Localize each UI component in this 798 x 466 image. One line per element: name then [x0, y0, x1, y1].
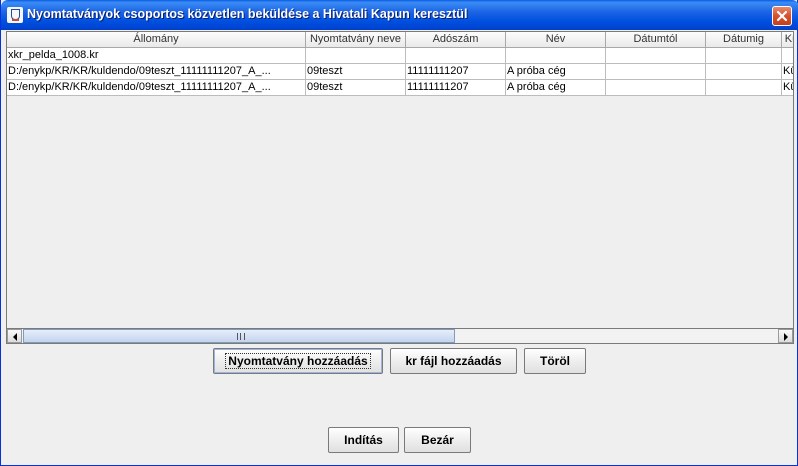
title-bar[interactable]: Nyomtatványok csoportos közvetlen beküld…: [1, 0, 798, 30]
table-cell[interactable]: A próba cég: [506, 80, 606, 96]
table-cell[interactable]: 09teszt: [306, 64, 406, 80]
table-cell[interactable]: 11111111207: [406, 64, 506, 80]
add-kr-file-button[interactable]: kr fájl hozzáadás: [390, 348, 517, 374]
horizontal-scrollbar[interactable]: [6, 328, 794, 344]
java-cup-icon: [7, 7, 23, 23]
column-header-nev[interactable]: Név: [506, 32, 606, 48]
arrow-left-icon: [13, 333, 17, 341]
table-cell[interactable]: [306, 48, 406, 64]
table-cell[interactable]: A próba cég: [506, 64, 606, 80]
close-window-button[interactable]: [772, 6, 792, 26]
table-cell[interactable]: [606, 48, 706, 64]
scroll-left-button[interactable]: [7, 329, 22, 343]
close-button-label: Bezár: [421, 433, 454, 447]
add-form-button-label: Nyomtatvány hozzáadás: [225, 353, 371, 369]
window-title: Nyomtatványok csoportos közvetlen beküld…: [27, 7, 468, 21]
table-cell[interactable]: D:/enykp/KR/KR/kuldendo/09teszt_11111111…: [7, 64, 306, 80]
grip-icon: [237, 333, 245, 340]
column-header-datumtol[interactable]: Dátumtól: [606, 32, 706, 48]
table-cell[interactable]: 11111111207: [406, 80, 506, 96]
table-cell[interactable]: D:/enykp/KR/KR/kuldendo/09teszt_11111111…: [7, 80, 306, 96]
dialog-window: Nyomtatványok csoportos közvetlen beküld…: [0, 0, 798, 466]
start-button[interactable]: Indítás: [328, 427, 399, 453]
table-cell[interactable]: [506, 48, 606, 64]
column-header-allomany[interactable]: Állomány: [7, 32, 306, 48]
table-cell[interactable]: 09teszt: [306, 80, 406, 96]
table-cell[interactable]: [706, 80, 782, 96]
scroll-right-button[interactable]: [778, 329, 793, 343]
close-button[interactable]: Bezár: [404, 427, 471, 453]
table-row[interactable]: xkr_pelda_1008.kr: [7, 48, 793, 64]
table-cell[interactable]: [782, 48, 793, 64]
table-cell[interactable]: Kü: [782, 80, 793, 96]
table-cell[interactable]: xkr_pelda_1008.kr: [7, 48, 306, 64]
add-kr-file-button-label: kr fájl hozzáadás: [405, 354, 502, 368]
table-cell[interactable]: [706, 48, 782, 64]
table-cell[interactable]: Kü: [782, 64, 793, 80]
files-table[interactable]: Állomány Nyomtatvány neve Adószám Név Dá…: [6, 31, 794, 344]
table-cell[interactable]: [606, 64, 706, 80]
close-icon: [776, 10, 788, 22]
table-header: Állomány Nyomtatvány neve Adószám Név Dá…: [7, 32, 793, 48]
column-header-adoszam[interactable]: Adószám: [406, 32, 506, 48]
start-button-label: Indítás: [344, 433, 383, 447]
table-cell[interactable]: [606, 80, 706, 96]
scrollbar-thumb[interactable]: [23, 329, 455, 343]
table-body: xkr_pelda_1008.kr D:/enykp/KR/KR/kuldend…: [7, 48, 793, 96]
arrow-right-icon: [784, 333, 788, 341]
delete-button[interactable]: Töröl: [524, 348, 586, 374]
delete-button-label: Töröl: [540, 354, 570, 368]
table-cell[interactable]: [406, 48, 506, 64]
table-cell[interactable]: [706, 64, 782, 80]
column-header-nyomtatvany-neve[interactable]: Nyomtatvány neve: [306, 32, 406, 48]
add-form-button[interactable]: Nyomtatvány hozzáadás: [213, 348, 383, 374]
table-row[interactable]: D:/enykp/KR/KR/kuldendo/09teszt_11111111…: [7, 64, 793, 80]
column-header-datumig[interactable]: Dátumig: [706, 32, 782, 48]
table-row[interactable]: D:/enykp/KR/KR/kuldendo/09teszt_11111111…: [7, 80, 793, 96]
column-header-kuldes[interactable]: Kü: [782, 32, 793, 48]
